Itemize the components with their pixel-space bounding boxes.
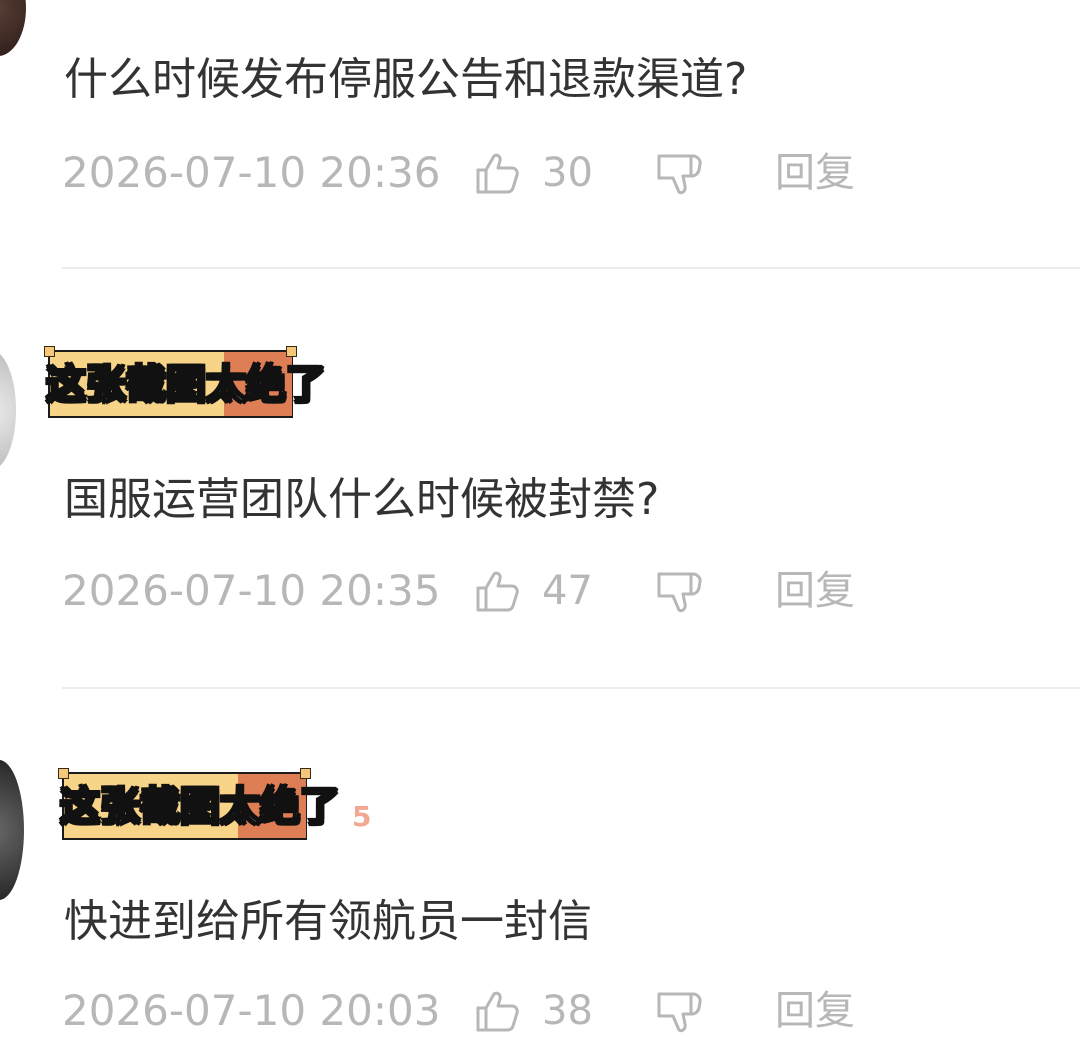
like-button[interactable]: 47 <box>472 566 593 616</box>
like-count: 47 <box>542 568 593 614</box>
thumbs-up-icon <box>476 991 519 1032</box>
thumbs-up-icon <box>476 153 519 194</box>
comment-text: 快进到给所有领航员一封信 <box>64 896 592 947</box>
avatar[interactable] <box>0 350 16 470</box>
username: 这张截图太绝了 <box>59 783 341 831</box>
comment-timestamp: 2026-07-10 20:03 <box>62 986 441 1035</box>
resize-handle[interactable] <box>58 768 69 779</box>
comment-text: 国服运营团队什么时候被封禁? <box>64 474 660 525</box>
dislike-button[interactable] <box>655 566 705 627</box>
divider <box>62 687 1080 689</box>
like-count: 30 <box>542 150 593 196</box>
comment-item: 什么时候发布停服公告和退款渠道? 2026-07-10 20:36 30 回复 <box>0 0 1080 270</box>
avatar[interactable] <box>0 760 24 900</box>
reply-button[interactable]: 回复 <box>775 566 855 616</box>
comment-timestamp: 2026-07-10 20:35 <box>62 566 441 615</box>
username-sticker[interactable]: 这张截图太绝了 <box>44 346 327 418</box>
level-badge: 5 <box>352 800 372 833</box>
resize-handle[interactable] <box>44 346 55 357</box>
thumbs-down-icon <box>657 992 702 1033</box>
divider <box>62 267 1080 269</box>
resize-handle[interactable] <box>300 768 311 779</box>
resize-handle[interactable] <box>286 346 297 357</box>
like-button[interactable]: 38 <box>472 986 593 1036</box>
comment-timestamp: 2026-07-10 20:36 <box>62 148 441 197</box>
comment-text: 什么时候发布停服公告和退款渠道? <box>64 54 748 105</box>
username-sticker[interactable]: 这张截图太绝了 <box>58 768 341 840</box>
like-count: 38 <box>542 988 593 1034</box>
comment-item: 这张截图太绝了 5 快进到给所有领航员一封信 2026-07-10 20:03 … <box>0 710 1080 1060</box>
thumbs-down-icon <box>657 572 702 613</box>
like-button[interactable]: 30 <box>472 148 593 198</box>
reply-button[interactable]: 回复 <box>775 148 855 198</box>
thumbs-down-icon <box>657 154 702 195</box>
dislike-button[interactable] <box>655 986 705 1047</box>
reply-button[interactable]: 回复 <box>775 986 855 1036</box>
avatar[interactable] <box>0 0 26 56</box>
username: 这张截图太绝了 <box>45 361 327 409</box>
dislike-button[interactable] <box>655 148 705 209</box>
thumbs-up-icon <box>476 571 519 612</box>
comment-item: 这张截图太绝了 国服运营团队什么时候被封禁? 2026-07-10 20:35 … <box>0 290 1080 690</box>
